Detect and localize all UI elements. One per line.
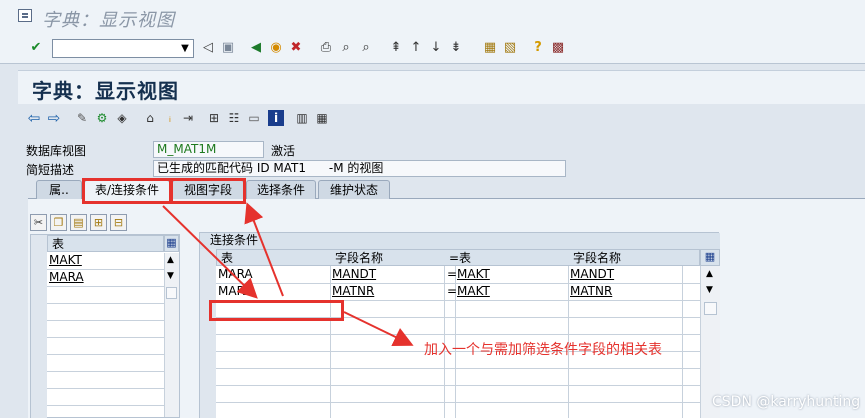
arrow-tab-to-row: [162, 205, 258, 299]
arrow-row-to-note: [343, 311, 414, 347]
watermark: CSDN @karryhunting: [712, 394, 861, 410]
annotation-note: 加入一个与需加筛选条件字段的相关表: [424, 342, 662, 358]
arrow-row-to-tab: [244, 202, 284, 297]
